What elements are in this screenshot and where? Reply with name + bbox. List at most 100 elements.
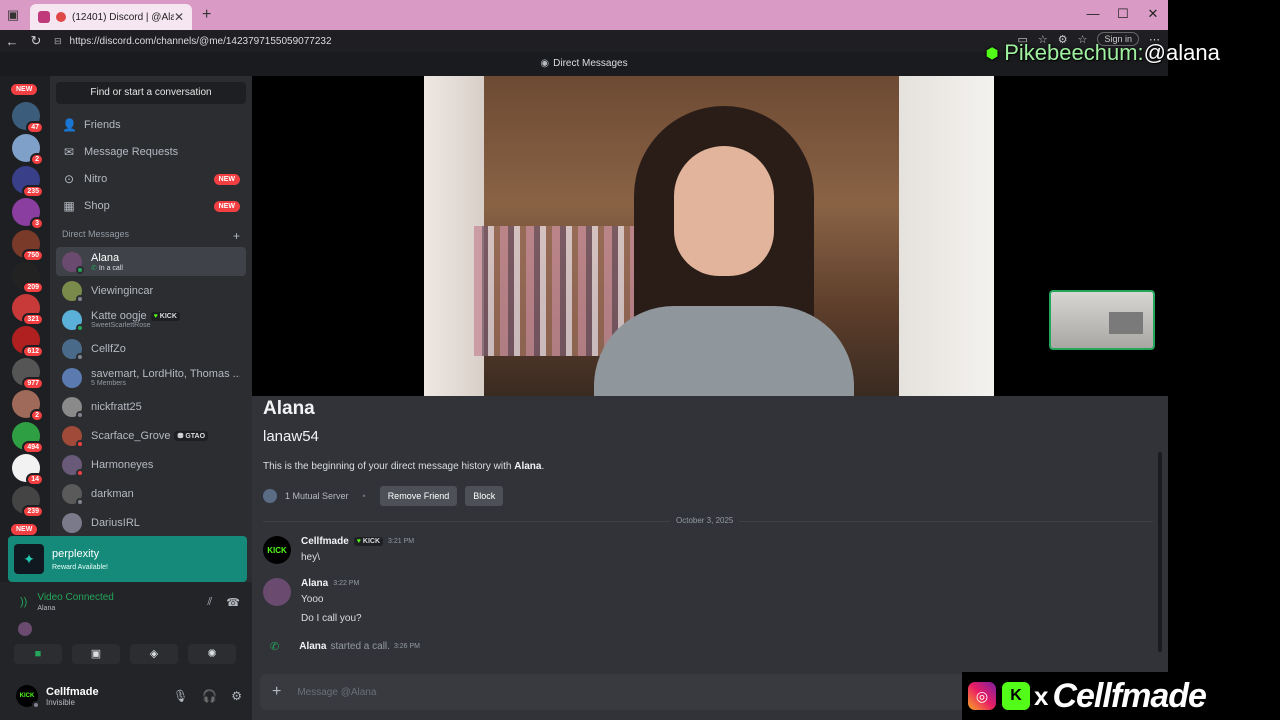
screen-share-icon[interactable]: ▣: [72, 644, 120, 664]
mutual-servers-link[interactable]: 1 Mutual Server: [285, 491, 349, 501]
signal-icon[interactable]: )): [20, 596, 27, 608]
overlay-handle: @alana: [1143, 40, 1220, 65]
promo-card[interactable]: ✦ perplexity Reward Available!: [8, 536, 247, 582]
activity-icon[interactable]: ◈: [130, 644, 178, 664]
dm-item[interactable]: Katte oogje ♥ KICK SweetScarlettRose: [56, 305, 246, 334]
attach-icon[interactable]: +: [272, 683, 281, 701]
server-icon[interactable]: 3: [12, 198, 44, 230]
headphones-icon[interactable]: 🎧: [202, 689, 217, 703]
avatar: [62, 483, 84, 506]
nav-message-requests[interactable]: ✉ Message Requests: [56, 139, 246, 165]
server-icon[interactable]: 209: [12, 262, 44, 294]
camera-toggle-icon[interactable]: ■: [14, 644, 62, 664]
user-avatar[interactable]: KICK: [16, 685, 40, 709]
status-indicator: [76, 294, 84, 303]
remote-video[interactable]: [424, 76, 994, 396]
find-conversation-button[interactable]: Find or start a conversation: [56, 82, 246, 104]
site-info-icon[interactable]: ⊟: [54, 36, 62, 47]
server-icon[interactable]: 750: [12, 230, 44, 262]
url-field[interactable]: ⊟ https://discord.com/channels/@me/14237…: [54, 36, 332, 47]
nav-label: Friends: [84, 119, 121, 131]
mention-badge: 2: [30, 153, 44, 166]
user-info[interactable]: Cellfmade Invisible: [46, 686, 99, 707]
dm-item[interactable]: nickfratt25: [56, 392, 246, 421]
server-icon[interactable]: 612: [12, 326, 44, 358]
mutual-server-icon[interactable]: [263, 489, 277, 503]
overlay-logo-icon: ⬢: [986, 44, 999, 61]
noise-suppression-icon[interactable]: ⫽: [207, 596, 212, 609]
message-avatar[interactable]: KICK: [263, 536, 291, 564]
message[interactable]: KICK Cellfmade ♥ KICK 3:21 PM hey\: [263, 536, 414, 564]
new-tab-icon[interactable]: +: [202, 6, 211, 24]
profile-intro-text: This is the beginning of your direct mes…: [263, 461, 544, 472]
server-icon[interactable]: 494: [12, 422, 44, 454]
server-icon[interactable]: 239: [12, 486, 44, 518]
server-icon[interactable]: 321: [12, 294, 44, 326]
phone-icon: ✆: [270, 641, 280, 653]
settings-icon[interactable]: ⚙: [231, 689, 242, 703]
dm-sub-label: In a call: [98, 264, 123, 272]
server-icon[interactable]: 235: [12, 166, 44, 198]
dm-item[interactable]: Viewingincar: [56, 276, 246, 305]
remove-friend-button[interactable]: Remove Friend: [379, 486, 458, 506]
intro-suffix: .: [541, 461, 545, 472]
avatar: [62, 454, 84, 477]
message-author[interactable]: Cellfmade: [301, 536, 349, 547]
back-icon[interactable]: ←: [0, 34, 24, 49]
date-divider: October 3, 2025: [670, 516, 740, 525]
avatar-text: KICK: [19, 693, 35, 699]
close-window-icon[interactable]: ✕: [1138, 0, 1168, 30]
voice-participant-avatar[interactable]: [18, 622, 32, 636]
dm-item[interactable]: darkman: [56, 479, 246, 508]
refresh-icon[interactable]: ↻: [24, 33, 48, 49]
avatar: [62, 425, 84, 448]
dm-name: Scarface_Grove: [91, 429, 171, 442]
video-shirt: [594, 306, 854, 396]
dm-item[interactable]: savemart, LordHito, Thomas ... 5 Members: [56, 363, 246, 392]
self-video-preview[interactable]: [1049, 290, 1155, 350]
video-curtain-right: [899, 76, 994, 396]
maximize-icon[interactable]: ☐: [1108, 0, 1138, 30]
system-author[interactable]: Alana: [299, 641, 326, 652]
voice-status[interactable]: Video Connected: [37, 592, 114, 603]
close-tab-icon[interactable]: ✕: [174, 10, 184, 24]
server-icon[interactable]: 2: [12, 390, 44, 422]
server-icon[interactable]: 2: [12, 134, 44, 166]
guild-new-badge[interactable]: NEW: [11, 524, 38, 535]
dm-item[interactable]: Harmoneyes: [56, 450, 246, 479]
kick-tag: ♥ KICK: [150, 311, 180, 321]
voice-channel: Alana: [37, 605, 56, 612]
nav-nitro[interactable]: ⊙ Nitro NEW: [56, 166, 246, 192]
message-avatar[interactable]: [263, 578, 291, 606]
guild-new-badge[interactable]: NEW: [11, 84, 38, 95]
dm-item-alana[interactable]: Alana ✆ In a call: [56, 247, 246, 276]
disconnect-icon[interactable]: ☎: [226, 596, 240, 609]
user-status: Invisible: [46, 697, 75, 707]
perplexity-logo-icon: ✦: [14, 544, 44, 574]
browser-tab[interactable]: (12401) Discord | @Alana ✕: [30, 4, 192, 30]
nav-shop[interactable]: ▦ Shop NEW: [56, 193, 246, 219]
chat-scrollbar[interactable]: [1158, 452, 1162, 652]
message-author[interactable]: Alana: [301, 578, 328, 589]
server-icon[interactable]: 47: [12, 102, 44, 134]
soundboard-icon[interactable]: ✺: [188, 644, 236, 664]
dm-name: darkman: [91, 487, 134, 500]
profile-username: lanaw54: [263, 428, 319, 445]
tab-actions-icon[interactable]: ▣: [0, 0, 26, 30]
message-input[interactable]: [297, 686, 898, 698]
message[interactable]: Alana 3:22 PM Yooo Do I call you?: [263, 578, 362, 624]
dm-item[interactable]: DariusIRL: [56, 508, 246, 537]
block-button[interactable]: Block: [465, 486, 504, 506]
user-name: Cellfmade: [46, 685, 99, 698]
dm-item[interactable]: Scarface_Grove ⛃ GTAO: [56, 421, 246, 450]
nav-friends[interactable]: 👤 Friends: [56, 112, 246, 138]
server-icon[interactable]: 977: [12, 358, 44, 390]
dm-name: Alana: [91, 251, 120, 264]
message-time: 3:22 PM: [333, 580, 360, 587]
dm-subtext: SweetScarlettRose: [91, 322, 151, 329]
minimize-icon[interactable]: —: [1078, 0, 1108, 30]
microphone-icon[interactable]: 🎙: [173, 689, 188, 703]
create-dm-icon[interactable]: +: [233, 229, 240, 243]
dm-item[interactable]: CellfZo: [56, 334, 246, 363]
server-icon[interactable]: 14: [12, 454, 44, 486]
